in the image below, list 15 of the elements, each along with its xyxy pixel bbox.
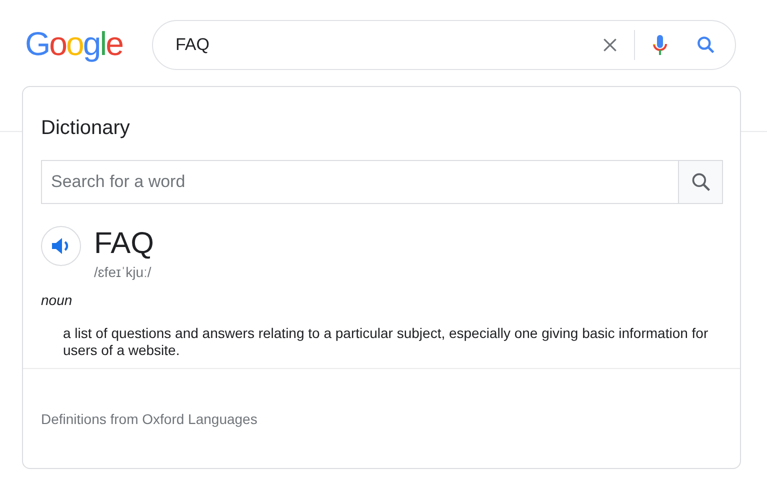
speaker-icon xyxy=(51,237,71,255)
headword: FAQ xyxy=(94,226,154,262)
definition-text: a list of questions and answers relating to a particular subject, especially one giving basic information for users of a website. xyxy=(63,325,710,359)
card-title: Dictionary xyxy=(41,116,130,141)
search-icon xyxy=(690,171,712,193)
search-field[interactable]: FAQ xyxy=(152,20,736,70)
google-logo[interactable]: Google xyxy=(25,22,124,66)
search-input[interactable]: FAQ xyxy=(175,32,600,58)
word-search-field[interactable]: Search for a word xyxy=(41,160,679,204)
microphone-icon[interactable] xyxy=(651,33,670,57)
search-button[interactable] xyxy=(679,160,723,204)
source-text: Definitions from Oxford Languages xyxy=(41,410,258,429)
phonetic-text: /ɛfeɪˈkjuː/ xyxy=(94,263,152,281)
part-of-speech: noun xyxy=(41,291,72,310)
pronunciation-button[interactable] xyxy=(41,226,81,266)
